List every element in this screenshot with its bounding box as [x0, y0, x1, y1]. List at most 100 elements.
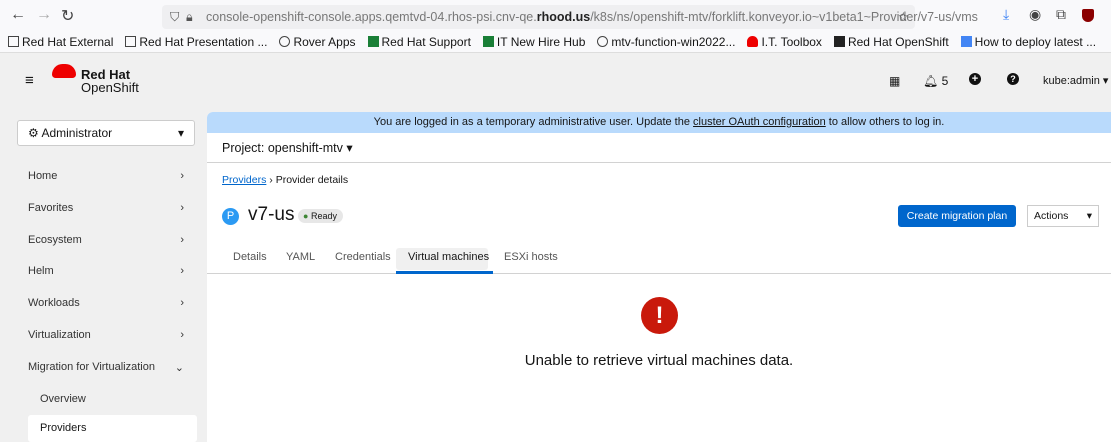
actions-label: Actions: [1034, 210, 1069, 222]
tab-credentials[interactable]: Credentials: [335, 251, 391, 263]
masthead: ≡ Red Hat OpenShift ▦ 🔔︎ 5 + ? kube:admi…: [0, 54, 1111, 110]
lock-icon: 🔒︎: [186, 10, 193, 24]
chevron-right-icon: ›: [180, 329, 184, 341]
sidebar-label: Providers: [40, 422, 87, 434]
download-icon[interactable]: ⤓: [1003, 6, 1009, 23]
bookmark-label: Rover Apps: [293, 35, 356, 49]
ublock-icon[interactable]: [1082, 9, 1094, 22]
chevron-right-icon: ›: [269, 174, 273, 186]
account-icon[interactable]: ◉: [1029, 6, 1041, 23]
caret-down-icon: ▾: [1086, 210, 1092, 222]
bookmark-label: Red Hat Support: [381, 35, 471, 49]
app-launcher-icon[interactable]: ▦: [889, 74, 900, 88]
bookmark-label: Red Hat Presentation ...: [139, 35, 268, 49]
sidebar-label: Overview: [40, 393, 86, 405]
bookmark[interactable]: Rover Apps: [279, 32, 356, 52]
sidebar-subitem-providers[interactable]: Providers: [28, 415, 197, 442]
bookmark-label: I.T. Toolbox: [761, 35, 822, 49]
address-bar[interactable]: ⛉ 🔒︎ console-openshift-console.apps.qemt…: [162, 5, 978, 29]
create-migration-plan-button[interactable]: Create migration plan: [898, 205, 1016, 227]
sidebar-label: Workloads: [28, 297, 80, 309]
url-text: console-openshift-console.apps.qemtvd-04…: [206, 10, 537, 24]
site-icon: [482, 36, 494, 47]
actions-dropdown[interactable]: Actions ▾: [1027, 205, 1099, 227]
chevron-right-icon: ›: [180, 234, 184, 246]
redhat-icon: [747, 36, 759, 47]
folder-icon: [125, 36, 137, 47]
globe-icon: [279, 36, 291, 47]
bookmark[interactable]: Red Hat External: [8, 32, 113, 52]
bookmark[interactable]: Red Hat Support: [367, 32, 471, 52]
perspective-switcher[interactable]: ⚙ Administrator ▾: [17, 120, 195, 146]
sidebar-label: Virtualization: [28, 329, 91, 341]
sidebar-subitem-overview[interactable]: Overview: [40, 393, 198, 405]
project-selector[interactable]: Project: openshift-mtv ▾: [222, 140, 353, 155]
sidebar-label: Helm: [28, 265, 54, 277]
brand-line2: OpenShift: [81, 80, 139, 95]
bookmark-label: IT New Hire Hub: [496, 35, 586, 49]
provider-name: v7-us: [248, 204, 295, 225]
sidebar-item-workloads[interactable]: Workloads ›: [28, 297, 198, 309]
bookmark[interactable]: mtv-function-win2022...: [597, 32, 735, 52]
sidebar-item-migration[interactable]: Migration for Virtualization ⌄: [28, 361, 198, 374]
forward-icon[interactable]: →: [36, 6, 52, 24]
reload-icon[interactable]: ↻: [61, 6, 74, 26]
sidebar-label: Home: [28, 170, 58, 182]
caret-down-icon: ▾: [346, 141, 353, 155]
active-tab-indicator: [396, 271, 493, 274]
add-icon[interactable]: +: [969, 73, 981, 85]
redhat-logo-icon: [52, 64, 76, 78]
hamburger-menu-icon[interactable]: ≡: [25, 72, 34, 89]
error-message: Unable to retrieve virtual machines data…: [524, 352, 794, 369]
banner-text: You are logged in as a temporary adminis…: [373, 116, 694, 128]
project-label: Project: openshift-mtv: [222, 141, 343, 155]
notifications-button[interactable]: 🔔︎ 5: [923, 74, 948, 88]
globe-icon: [597, 36, 609, 47]
status-badge: ● Ready: [298, 209, 343, 223]
help-icon[interactable]: ?: [1007, 73, 1019, 85]
chevron-right-icon: ›: [180, 265, 184, 277]
provider-badge: P: [222, 208, 239, 225]
site-icon: [367, 36, 379, 47]
check-circle-icon: ●: [303, 211, 309, 221]
back-icon[interactable]: ←: [10, 6, 26, 24]
banner-text-after: to allow others to log in.: [825, 116, 945, 128]
chevron-right-icon: ›: [180, 297, 184, 309]
tab-details[interactable]: Details: [233, 251, 267, 263]
sidebar-label: Favorites: [28, 202, 74, 214]
bookmark[interactable]: How to deploy latest ...: [960, 32, 1096, 52]
status-label: Ready: [310, 211, 337, 221]
caret-down-icon: ▾: [177, 126, 184, 140]
sidebar-item-ecosystem[interactable]: Ecosystem ›: [28, 234, 198, 246]
shield-icon: ⛉: [170, 10, 180, 24]
docs-icon: [960, 36, 972, 47]
tab-virtual-machines[interactable]: Virtual machines: [408, 251, 489, 263]
extensions-icon[interactable]: ⧉: [1056, 6, 1066, 23]
sidebar-label: Ecosystem: [28, 234, 82, 246]
openshift-icon: [833, 36, 845, 47]
chevron-down-icon: ⌄: [174, 362, 184, 374]
breadcrumb-current: Provider details: [275, 174, 349, 186]
sidebar-item-home[interactable]: Home ›: [28, 170, 198, 182]
breadcrumb-providers-link[interactable]: Providers: [222, 174, 266, 186]
main-content: You are logged in as a temporary adminis…: [207, 112, 1111, 442]
url-domain: rhood.us: [536, 10, 591, 24]
bookmark[interactable]: Red Hat OpenShift: [833, 32, 949, 52]
bookmark[interactable]: I.T. Toolbox: [747, 32, 822, 52]
folder-icon: [8, 36, 19, 47]
sidebar-item-favorites[interactable]: Favorites ›: [28, 202, 198, 214]
user-menu[interactable]: kube:admin ▾: [1043, 74, 1108, 87]
star-icon[interactable]: ☆: [898, 5, 909, 29]
sidebar-label: Migration for Virtualization: [28, 361, 155, 373]
oauth-config-link[interactable]: cluster OAuth configuration: [693, 116, 826, 128]
bookmark-label: Red Hat External: [22, 35, 114, 49]
tab-esxi-hosts[interactable]: ESXi hosts: [504, 251, 558, 263]
tab-yaml[interactable]: YAML: [286, 251, 315, 263]
bookmark-label: mtv-function-win2022...: [611, 35, 736, 49]
sidebar-item-helm[interactable]: Helm ›: [28, 265, 198, 277]
bookmark[interactable]: Red Hat Presentation ...: [125, 32, 267, 52]
error-icon: !: [641, 297, 678, 334]
bookmark-label: Red Hat OpenShift: [847, 35, 949, 49]
sidebar-item-virtualization[interactable]: Virtualization ›: [28, 329, 198, 341]
bookmark[interactable]: IT New Hire Hub: [482, 32, 586, 52]
